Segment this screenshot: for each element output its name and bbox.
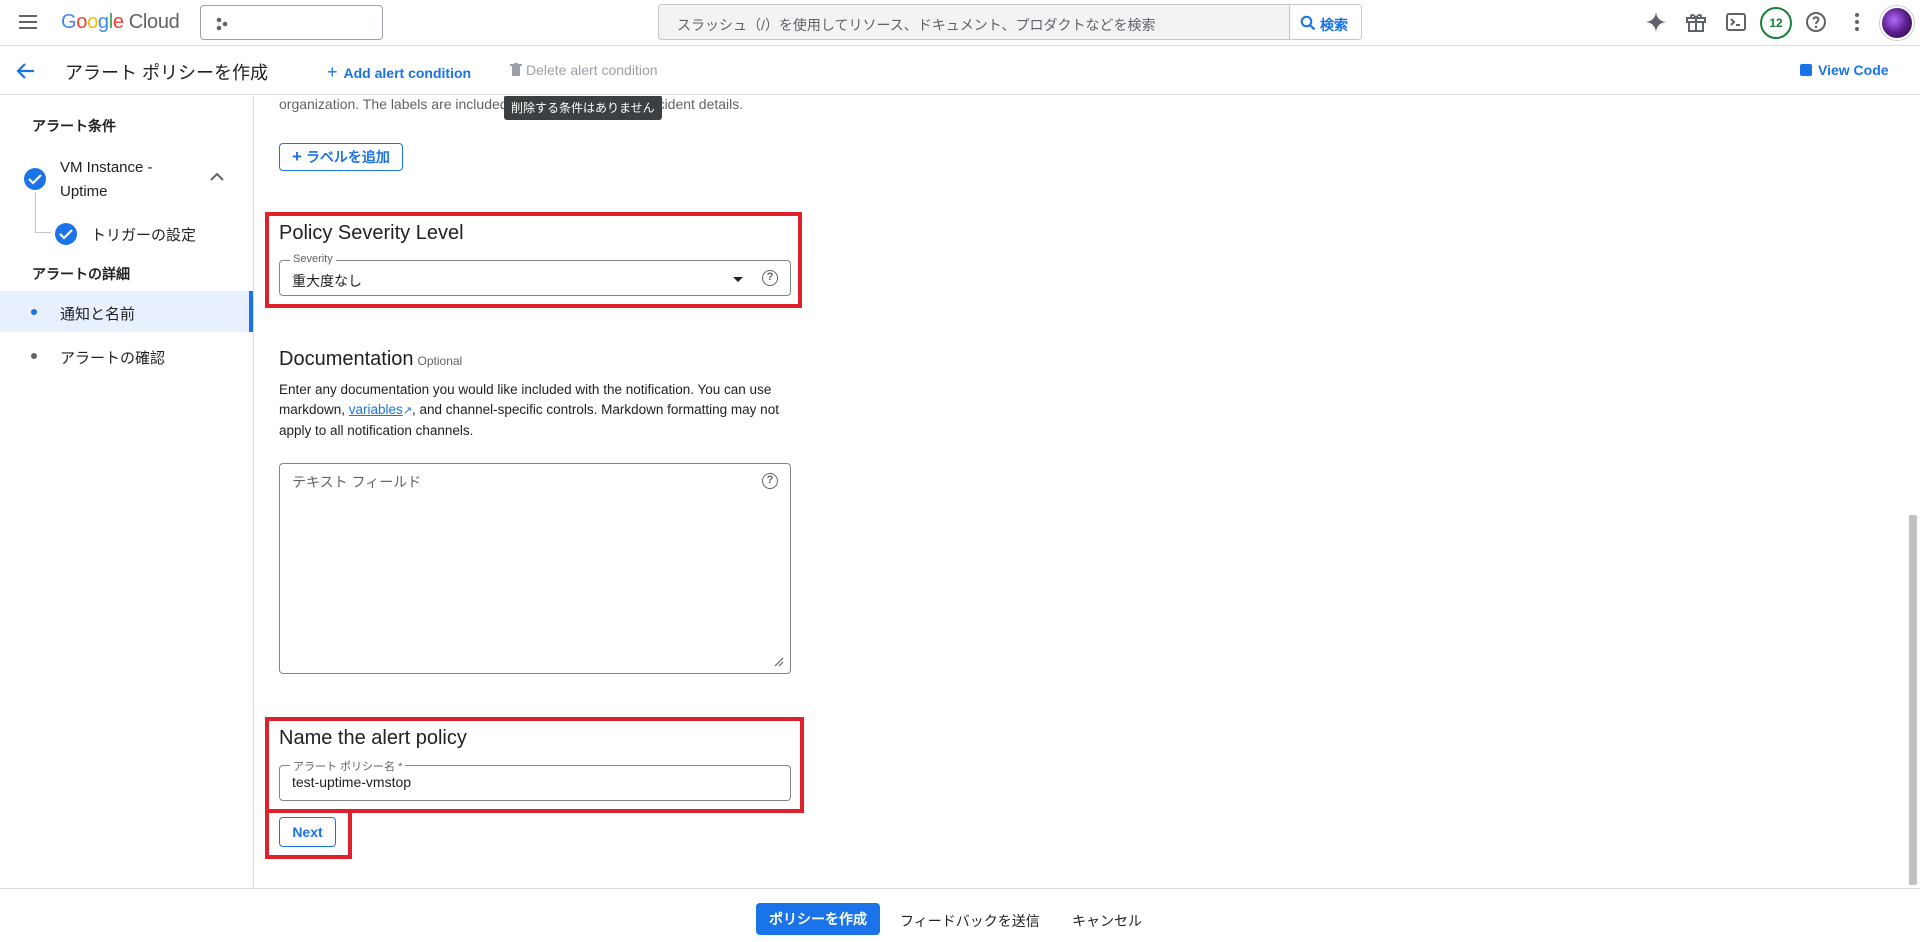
sidebar-item-review[interactable]: アラートの確認 <box>60 347 165 368</box>
severity-value: 重大度なし <box>292 273 362 289</box>
search-input[interactable]: スラッシュ（/）を使用してリソース、ドキュメント、プロダクトなどを検索 <box>658 4 1290 40</box>
code-icon <box>1800 64 1812 76</box>
google-cloud-logo[interactable]: Google Cloud <box>61 11 180 34</box>
terminal-icon[interactable] <box>1724 10 1748 34</box>
resize-handle-icon[interactable] <box>774 657 784 667</box>
view-code-label: View Code <box>1818 62 1889 78</box>
cancel-button[interactable]: キャンセル <box>1072 911 1142 931</box>
alert-policy-name-label: アラート ポリシー名 * <box>290 758 406 774</box>
tooltip: 削除する条件はありません <box>504 96 662 120</box>
severity-select[interactable]: Severity 重大度なし ? <box>279 253 791 296</box>
textarea-placeholder: テキスト フィールド <box>292 474 422 490</box>
alert-policy-name-value: test-uptime-vmstop <box>292 774 412 790</box>
top-bar: Google Cloud スラッシュ（/）を使用してリソース、ドキュメント、プロダ… <box>0 0 1920 46</box>
add-label-button[interactable]: + ラベルを追加 <box>279 143 403 171</box>
step-dot <box>31 309 37 315</box>
next-button[interactable]: Next <box>279 817 336 847</box>
external-link-icon: ↗ <box>402 405 413 417</box>
create-policy-button[interactable]: ポリシーを作成 <box>756 903 880 935</box>
plus-icon: + <box>327 62 338 82</box>
alert-policy-name-input[interactable]: アラート ポリシー名 * test-uptime-vmstop <box>279 758 791 801</box>
project-picker[interactable] <box>200 5 383 40</box>
variables-link[interactable]: variables <box>349 402 403 417</box>
name-section-title: Name the alert policy <box>279 727 467 749</box>
page-title: アラート ポリシーを作成 <box>65 63 268 83</box>
main-content: organization. The labels are included cid… <box>255 96 1905 888</box>
sidebar-item-notification-name[interactable]: 通知と名前 <box>60 303 135 324</box>
trash-icon <box>510 63 522 76</box>
search-button[interactable]: 検索 <box>1289 4 1362 40</box>
add-alert-condition-button[interactable]: + Add alert condition <box>327 62 471 83</box>
caret-down-icon <box>733 277 743 282</box>
check-circle-icon <box>24 168 46 190</box>
gift-icon[interactable] <box>1684 10 1708 34</box>
plus-icon: + <box>292 147 302 166</box>
step-dot <box>31 353 37 359</box>
condition-name-line1: VM Instance - <box>60 159 153 176</box>
menu-icon[interactable] <box>16 11 40 35</box>
step-connector <box>35 192 36 232</box>
documentation-title: Documentation Optional <box>279 348 463 370</box>
add-alert-condition-label: Add alert condition <box>343 65 472 81</box>
help-icon[interactable]: ? <box>762 473 778 489</box>
documentation-description: Enter any documentation you would like i… <box>279 382 779 438</box>
footer-bar: ポリシーを作成 フィードバックを送信 キャンセル <box>0 888 1920 942</box>
condition-step[interactable]: VM Instance - Uptime <box>60 156 153 204</box>
trigger-settings-step[interactable]: トリガーの設定 <box>91 224 196 245</box>
view-code-button[interactable]: View Code <box>1800 62 1889 78</box>
delete-alert-condition-label: Delete alert condition <box>526 62 658 78</box>
stepper-sidebar: アラート条件 VM Instance - Uptime トリガーの設定 アラート… <box>0 96 254 888</box>
details-header: アラートの詳細 <box>32 266 130 282</box>
help-icon[interactable]: ? <box>762 270 778 286</box>
documentation-textarea[interactable]: テキスト フィールド ? <box>279 463 791 674</box>
action-bar: アラート ポリシーを作成 + Add alert condition Delete… <box>0 47 1920 95</box>
send-feedback-button[interactable]: フィードバックを送信 <box>900 911 1040 931</box>
search-icon <box>1300 15 1316 31</box>
check-circle-icon <box>55 223 77 245</box>
conditions-header: アラート条件 <box>32 118 116 134</box>
optional-tag: Optional <box>417 354 463 368</box>
delete-alert-condition-button[interactable]: Delete alert condition <box>510 62 658 78</box>
severity-label: Severity <box>290 253 336 265</box>
chevron-up-icon[interactable] <box>210 172 224 182</box>
back-arrow-icon[interactable] <box>14 59 38 83</box>
help-icon[interactable] <box>1804 10 1828 34</box>
project-dots-icon <box>216 17 228 31</box>
condition-name-line2: Uptime <box>60 183 108 200</box>
add-label-label: ラベルを追加 <box>305 149 390 165</box>
scrollbar[interactable] <box>1909 515 1917 885</box>
severity-section-title: Policy Severity Level <box>279 222 464 244</box>
more-vert-icon[interactable] <box>1845 10 1869 34</box>
step-connector <box>35 232 51 233</box>
search-button-label: 検索 <box>1320 17 1348 33</box>
gemini-spark-icon[interactable] <box>1644 10 1668 34</box>
avatar[interactable] <box>1880 6 1914 40</box>
notification-count-badge[interactable]: 12 <box>1760 7 1792 39</box>
